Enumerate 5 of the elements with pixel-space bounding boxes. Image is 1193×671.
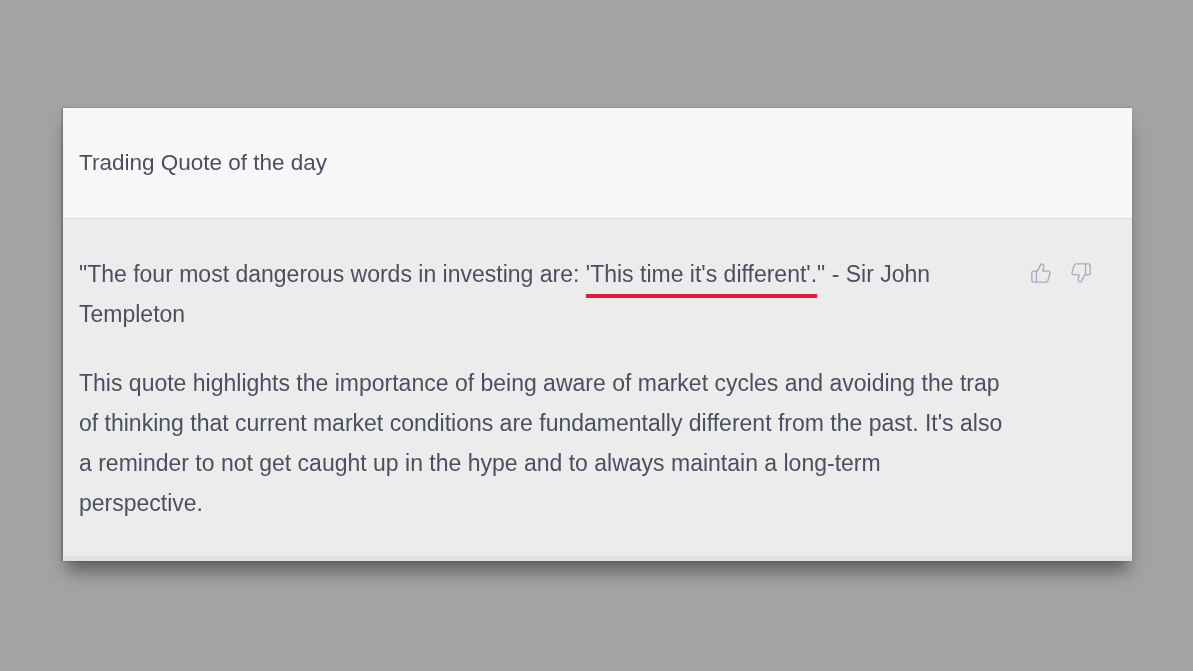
explanation-text: This quote highlights the importance of being aware of market cycles and avoiding the trap of thinking that current market conditions are fundamentally different from the past. It's also a reminder to not get caught up in the hype and to always maintain a long-term perspective.	[79, 369, 1004, 518]
thumbs-down-icon[interactable]	[1069, 261, 1092, 284]
thumbs-up-icon[interactable]	[1029, 261, 1052, 284]
prompt-text: Trading Quote of the day	[79, 149, 328, 177]
quote-text: "The four most dangerous words in investing are: 'This time it's different'." - Sir John Templeton	[79, 260, 932, 329]
